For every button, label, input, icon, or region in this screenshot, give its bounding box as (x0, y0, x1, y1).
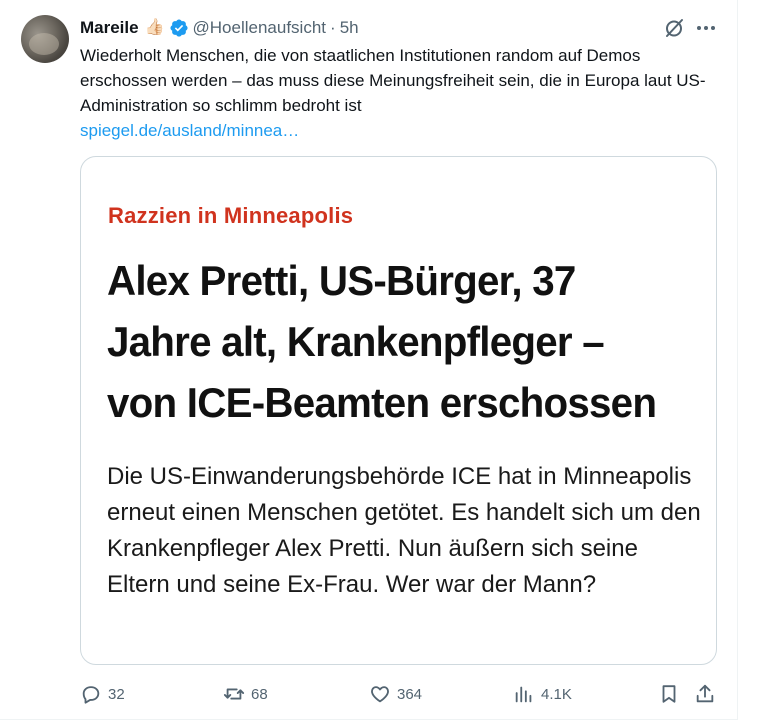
separator-dot: · (330, 18, 336, 37)
article-teaser: Die US-Einwanderungsbehörde ICE hat in M… (107, 463, 701, 598)
tweet-body: Wiederholt Menschen, die von staatlichen… (80, 46, 706, 115)
bookmark-icon (662, 685, 676, 703)
tweet-text: Wiederholt Menschen, die von staatlichen… (80, 43, 730, 143)
view-count: 4.1K (541, 685, 572, 703)
reply-count: 32 (108, 685, 125, 703)
tweet[interactable]: Mareile 👍🏻 @Hoellenaufsicht · 5h Wiederh… (0, 0, 738, 720)
like-button[interactable]: 364 (369, 682, 422, 706)
views-chart-icon (515, 686, 532, 703)
tweet-header: Mareile 👍🏻 @Hoellenaufsicht · 5h (80, 16, 359, 40)
repost-button[interactable]: 68 (223, 682, 268, 706)
bookmark-button[interactable] (658, 682, 680, 706)
reply-icon (82, 686, 100, 704)
timestamp[interactable]: 5h (340, 16, 359, 40)
repost-icon (223, 688, 245, 700)
share-button[interactable] (694, 682, 716, 706)
repost-count: 68 (251, 685, 268, 703)
share-icon (696, 684, 714, 703)
more-dots-icon[interactable] (694, 16, 718, 40)
link-preview-card[interactable]: Razzien in Minneapolis Alex Pretti, US-B… (80, 156, 717, 665)
grok-icon[interactable] (662, 16, 686, 40)
author-handle[interactable]: @Hoellenaufsicht (193, 16, 327, 40)
like-count: 364 (397, 685, 423, 703)
heart-icon (371, 686, 389, 703)
action-bar: 32 68 364 4.1K (80, 682, 720, 706)
article-headline: Alex Pretti, US-Bürger, 37 Jahre alt, Kr… (107, 257, 657, 426)
reply-button[interactable]: 32 (80, 682, 125, 706)
verified-badge-icon (169, 19, 188, 37)
author-emoji: 👍🏻 (144, 19, 165, 36)
views-button[interactable]: 4.1K (513, 682, 572, 706)
author-name[interactable]: Mareile (80, 16, 139, 40)
article-kicker: Razzien in Minneapolis (108, 203, 354, 228)
article-link[interactable]: spiegel.de/ausland/minnea… (80, 118, 730, 143)
avatar[interactable] (21, 15, 69, 63)
